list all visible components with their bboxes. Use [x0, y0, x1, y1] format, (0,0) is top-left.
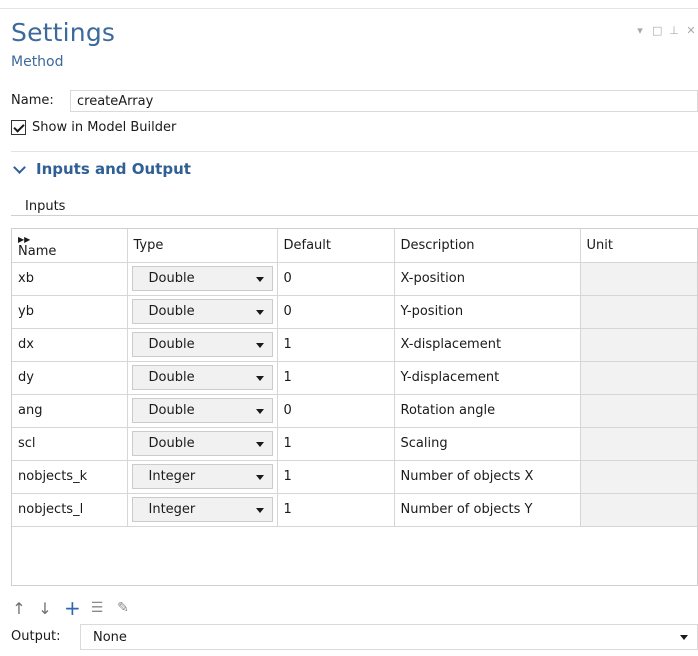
cell-name[interactable]: dy: [12, 361, 128, 395]
cell-unit: [580, 493, 697, 527]
dropdown-caret-icon: [680, 635, 688, 640]
table-row[interactable]: dy Double 1 Y-displacement: [12, 361, 697, 395]
table-row[interactable]: nobjects_l Integer 1 Number of objects Y: [12, 493, 697, 527]
dropdown-caret-icon: [255, 508, 264, 513]
cell-default[interactable]: 1: [277, 460, 395, 494]
inputs-group-border: [11, 215, 698, 216]
move-down-icon[interactable]: ↓: [38, 599, 52, 618]
top-border: [0, 8, 698, 9]
column-header-unit[interactable]: Unit: [580, 229, 697, 263]
cell-description[interactable]: Y-position: [394, 295, 581, 329]
cell-name[interactable]: yb: [12, 295, 128, 329]
section-title: Inputs and Output: [36, 160, 191, 178]
cell-unit: [580, 262, 697, 296]
show-in-model-builder[interactable]: Show in Model Builder: [11, 120, 176, 135]
add-icon[interactable]: +: [64, 596, 81, 620]
cell-unit: [580, 295, 697, 329]
divider: [11, 151, 698, 152]
type-dropdown[interactable]: Double: [131, 431, 273, 456]
cell-description[interactable]: X-displacement: [394, 328, 581, 362]
column-header-name[interactable]: ▶▶ Name: [12, 229, 128, 263]
cell-default[interactable]: 1: [277, 493, 395, 527]
type-dropdown[interactable]: Double: [131, 299, 273, 324]
cell-description[interactable]: Y-displacement: [394, 361, 581, 395]
cell-name[interactable]: nobjects_k: [12, 460, 128, 494]
cell-description[interactable]: Number of objects X: [394, 460, 581, 494]
maximize-icon[interactable]: □: [652, 24, 662, 37]
close-icon[interactable]: ✕: [686, 24, 696, 37]
name-field[interactable]: [70, 90, 698, 112]
dropdown-caret-icon: [255, 277, 264, 282]
column-header-description[interactable]: Description: [394, 229, 581, 263]
chevron-down-icon: [13, 160, 26, 174]
output-value: None: [93, 629, 127, 645]
inputs-group-label: Inputs: [20, 199, 71, 214]
cell-unit: [580, 328, 697, 362]
type-dropdown[interactable]: Double: [131, 266, 273, 291]
type-dropdown[interactable]: Integer: [131, 464, 273, 489]
dropdown-caret-icon: [255, 475, 264, 480]
dropdown-caret-icon: [255, 442, 264, 447]
dropdown-caret-icon: [255, 343, 264, 348]
cell-default[interactable]: 0: [277, 295, 395, 329]
cell-unit: [580, 460, 697, 494]
table-header-row: ▶▶ Name Type Default Description Unit: [12, 229, 697, 263]
cell-description[interactable]: Rotation angle: [394, 394, 581, 428]
cell-default[interactable]: 1: [277, 328, 395, 362]
cell-unit: [580, 394, 697, 428]
cell-name[interactable]: scl: [12, 427, 128, 461]
type-dropdown[interactable]: Double: [131, 365, 273, 390]
cell-default[interactable]: 0: [277, 394, 395, 428]
page-title: Settings: [11, 18, 116, 47]
column-header-default[interactable]: Default: [277, 229, 395, 263]
clear-table-icon[interactable]: ☰: [90, 600, 104, 616]
show-in-model-builder-label: Show in Model Builder: [32, 120, 177, 135]
table-row[interactable]: xb Double 0 X-position: [12, 262, 697, 296]
move-up-icon[interactable]: ↑: [12, 599, 26, 618]
dropdown-caret-icon: [255, 409, 264, 414]
window-controls: ▾ □ ⊥ ✕: [635, 24, 696, 37]
section-inputs-and-output-header[interactable]: Inputs and Output: [11, 160, 191, 178]
pin-icon[interactable]: ⊥: [669, 24, 679, 37]
table-row[interactable]: dx Double 1 X-displacement: [12, 328, 697, 362]
chevron-down-icon[interactable]: ▾: [635, 24, 645, 37]
table-row[interactable]: scl Double 1 Scaling: [12, 427, 697, 461]
table-row[interactable]: nobjects_k Integer 1 Number of objects X: [12, 460, 697, 494]
page-subtitle: Method: [11, 54, 64, 70]
cell-name[interactable]: nobjects_l: [12, 493, 128, 527]
output-label: Output:: [11, 629, 61, 644]
inputs-table[interactable]: ▶▶ Name Type Default Description Unit xb …: [11, 228, 698, 586]
cell-default[interactable]: 1: [277, 361, 395, 395]
cell-description[interactable]: X-position: [394, 262, 581, 296]
cell-description[interactable]: Number of objects Y: [394, 493, 581, 527]
edit-icon[interactable]: ✎: [116, 600, 130, 616]
cell-default[interactable]: 1: [277, 427, 395, 461]
type-dropdown[interactable]: Double: [131, 398, 273, 423]
cell-unit: [580, 361, 697, 395]
cell-default[interactable]: 0: [277, 262, 395, 296]
cell-name[interactable]: ang: [12, 394, 128, 428]
table-row[interactable]: yb Double 0 Y-position: [12, 295, 697, 329]
type-dropdown[interactable]: Integer: [131, 497, 273, 522]
cell-unit: [580, 427, 697, 461]
name-label: Name:: [11, 93, 54, 108]
cell-name[interactable]: xb: [12, 262, 128, 296]
dropdown-caret-icon: [255, 310, 264, 315]
show-in-model-builder-checkbox[interactable]: [11, 120, 26, 135]
sort-arrows-icon: ▶▶: [18, 235, 31, 245]
table-toolbar: ↑ ↓ + ☰ ✎: [12, 596, 130, 620]
output-select[interactable]: None: [80, 624, 698, 650]
cell-description[interactable]: Scaling: [394, 427, 581, 461]
column-header-type[interactable]: Type: [127, 229, 278, 263]
dropdown-caret-icon: [255, 376, 264, 381]
type-dropdown[interactable]: Double: [131, 332, 273, 357]
cell-name[interactable]: dx: [12, 328, 128, 362]
table-row[interactable]: ang Double 0 Rotation angle: [12, 394, 697, 428]
